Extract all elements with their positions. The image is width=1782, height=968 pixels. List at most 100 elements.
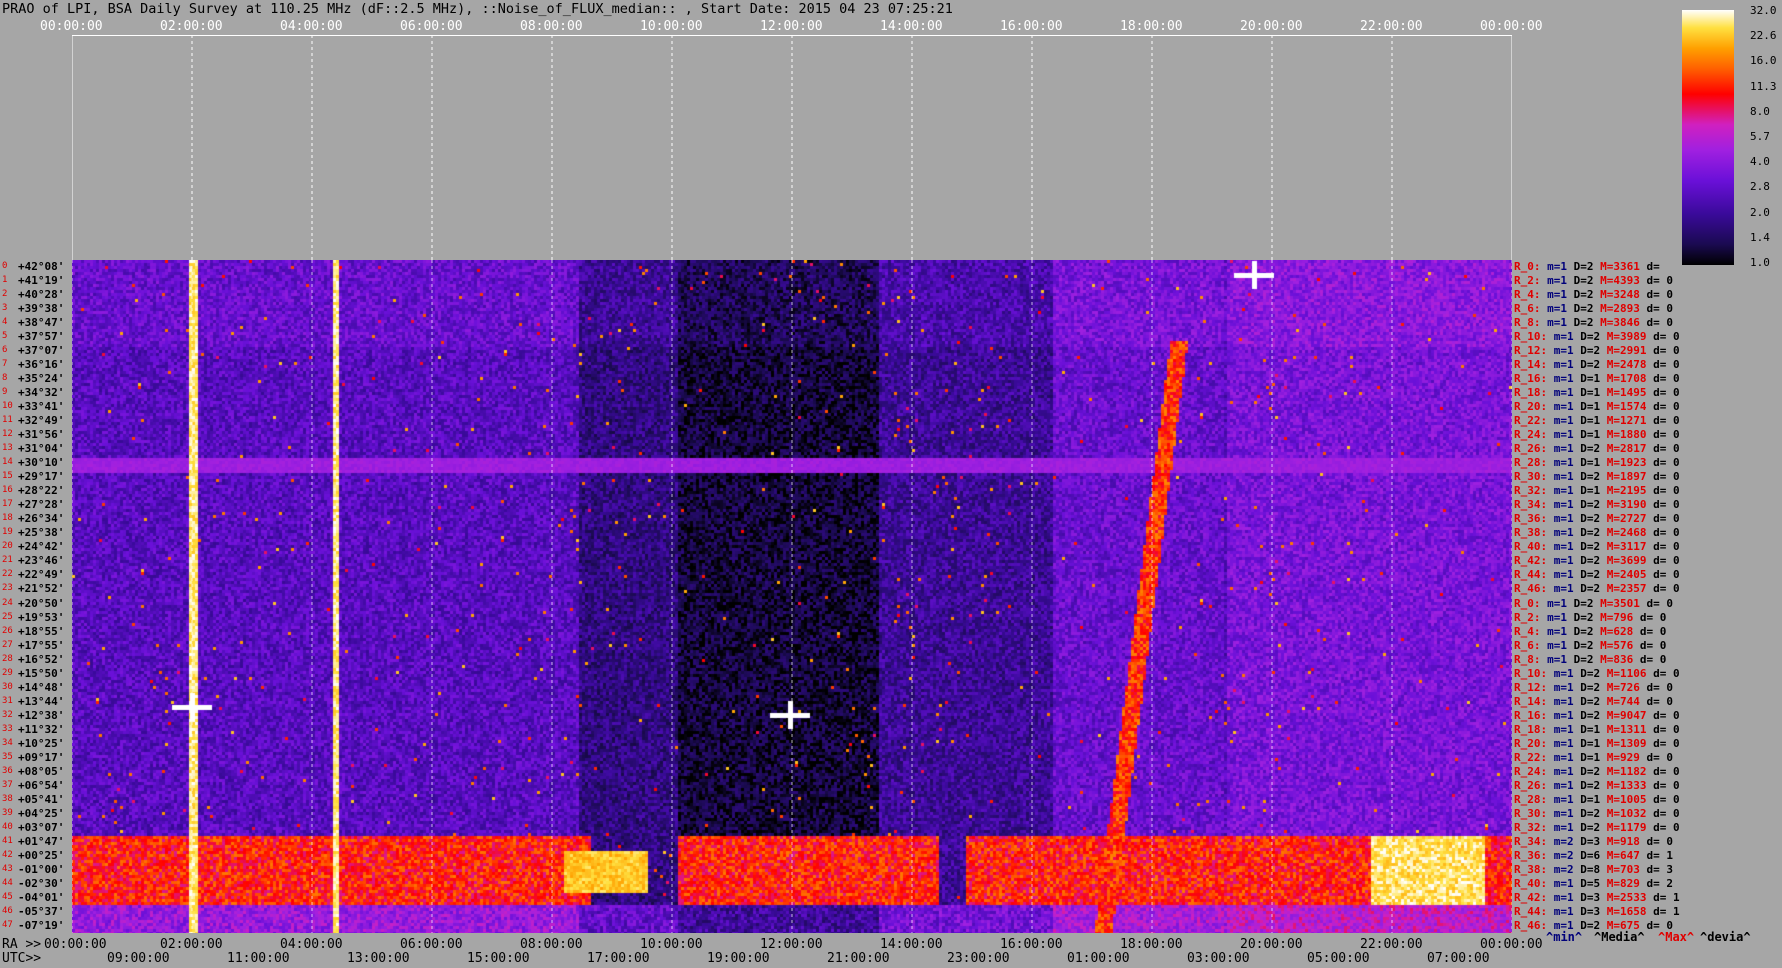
row-stat-rn: R_28: xyxy=(1514,456,1554,470)
row-stat-mx: M=796 xyxy=(1600,610,1640,624)
row-index-label: 31 xyxy=(2,695,13,706)
ra-tick-label: 14:00:00 xyxy=(880,937,943,952)
row-stat-dd: D=2 xyxy=(1573,288,1601,302)
row-index-label: 16 xyxy=(2,485,13,496)
dec-tick-label: +14°48' xyxy=(18,680,65,694)
row-stat-mx: M=9047 xyxy=(1606,708,1654,722)
row-stat-dd: D=5 xyxy=(1580,876,1607,890)
row-stat: R_30: m=1 D=2 M=1897 d= 0 xyxy=(1514,471,1680,482)
row-stat-mx: M=1271 xyxy=(1606,414,1654,428)
row-stat-rn: R_4: xyxy=(1514,624,1548,638)
row-index-label: 45 xyxy=(2,891,13,902)
row-stat-dd: D=1 xyxy=(1580,456,1607,470)
row-stat-rn: R_2: xyxy=(1514,274,1548,288)
row-index-label: 25 xyxy=(2,611,13,622)
row-stat-dd: D=1 xyxy=(1580,372,1607,386)
row-stat: R_2: m=1 D=2 M=796 d= 0 xyxy=(1514,612,1666,623)
row-stat-dd: D=1 xyxy=(1580,792,1607,806)
row-stat-rn: R_28: xyxy=(1514,792,1554,806)
colorbar-tick-label: 5.7 xyxy=(1750,130,1770,143)
row-stat-mn: m=1 xyxy=(1547,260,1574,273)
ra-tick-label: 00:00:00 xyxy=(1480,937,1543,952)
dec-tick-label: +38°47' xyxy=(18,316,65,330)
row-stat-mn: m=1 xyxy=(1547,302,1574,316)
top-tick-label: 20:00:00 xyxy=(1240,19,1303,34)
row-stat-dd: D=1 xyxy=(1580,736,1607,750)
dec-tick-label: +22°49' xyxy=(18,568,65,582)
row-index-label: 8 xyxy=(2,373,8,384)
row-stat-dd: D=2 xyxy=(1580,526,1607,540)
colorbar-tick-label: 2.8 xyxy=(1750,180,1770,194)
row-stat-dd: D=8 xyxy=(1580,862,1607,876)
row-index-label: 22 xyxy=(2,569,13,580)
row-stat-dv: d= 0 xyxy=(1653,330,1680,344)
dec-tick-label: +39°38' xyxy=(18,302,65,316)
row-stat-dd: D=2 xyxy=(1573,638,1601,652)
row-stat: R_34: m=1 D=2 M=3190 d= 0 xyxy=(1514,499,1680,510)
row-stat-dd: D=1 xyxy=(1580,750,1607,764)
row-stat-dv: d= 0 xyxy=(1653,722,1680,736)
row-stat-mn: m=1 xyxy=(1553,904,1581,918)
row-index-label: 14 xyxy=(2,457,13,468)
dec-tick-label: +05°41' xyxy=(18,792,65,806)
row-stat: R_28: m=1 D=1 M=1005 d= 0 xyxy=(1514,794,1680,805)
colorbar-tick-label: 2.0 xyxy=(1750,205,1770,219)
row-stat-mx: M=2893 xyxy=(1600,302,1647,316)
row-stat-mx: M=918 xyxy=(1606,834,1647,848)
utc-tick-label: 09:00:00 xyxy=(107,951,170,966)
row-stat: R_42: m=1 D=2 M=3699 d= 0 xyxy=(1514,555,1680,566)
row-stat-dv: d= 0 xyxy=(1653,442,1680,456)
row-stat-rn: R_18: xyxy=(1514,386,1554,400)
row-index-label: 40 xyxy=(2,821,13,832)
row-stat: R_40: m=1 D=5 M=829 d= 2 xyxy=(1514,878,1673,889)
ra-tick-label: 12:00:00 xyxy=(760,937,823,952)
row-index-label: 10 xyxy=(2,401,13,412)
colorbar-tick-label: 1.4 xyxy=(1750,230,1770,244)
row-stat-rn: R_16: xyxy=(1514,708,1554,722)
row-stat-mx: M=744 xyxy=(1606,694,1647,708)
row-stat-dv: d= 1 xyxy=(1646,848,1674,862)
dec-tick-label: +34°32' xyxy=(18,386,65,400)
row-stat-dv: d= 0 xyxy=(1653,358,1680,372)
row-stat-dv: d= 0 xyxy=(1639,610,1667,624)
row-stat-dv: d= 0 xyxy=(1639,652,1667,666)
row-stat-mx: M=1495 xyxy=(1606,386,1654,400)
row-index-label: 5 xyxy=(2,331,8,342)
legend-media: ^Media^ xyxy=(1594,930,1645,944)
row-stat-dd: D=6 xyxy=(1580,848,1607,862)
row-stat-mx: M=1309 xyxy=(1606,736,1654,750)
row-stat: R_6: m=1 D=2 M=576 d= 0 xyxy=(1514,640,1666,651)
row-stat-mx: M=2991 xyxy=(1606,344,1654,358)
row-stat: R_36: m=1 D=2 M=2727 d= 0 xyxy=(1514,513,1680,524)
row-stat-dv: d= 0 xyxy=(1646,302,1673,316)
row-index-label: 24 xyxy=(2,597,13,608)
dec-tick-label: +00°25' xyxy=(18,848,65,862)
dec-tick-label: +13°44' xyxy=(18,694,65,708)
row-stat-dv: d= 0 xyxy=(1646,834,1674,848)
row-stat-rn: R_24: xyxy=(1514,428,1554,442)
dec-tick-label: +35°24' xyxy=(18,372,65,386)
top-tick-label: 00:00:00 xyxy=(40,19,103,34)
row-index-label: 36 xyxy=(2,765,13,776)
row-stat: R_16: m=1 D=1 M=1708 d= 0 xyxy=(1514,373,1680,384)
dec-tick-label: -01°00' xyxy=(18,862,65,876)
row-stat: R_44: m=1 D=3 M=1658 d= 1 xyxy=(1514,906,1680,917)
row-stat-dd: D=2 xyxy=(1573,274,1601,288)
row-stat-rn: R_6: xyxy=(1514,638,1548,652)
row-stat-mx: M=1182 xyxy=(1606,764,1654,778)
row-index-label: 27 xyxy=(2,639,13,650)
row-index-label: 42 xyxy=(2,849,13,860)
row-stat-dv: d= 0 xyxy=(1646,316,1673,330)
top-tick-label: 10:00:00 xyxy=(640,19,703,34)
row-stat-mx: M=829 xyxy=(1606,876,1647,890)
row-stat-mn: m=1 xyxy=(1553,484,1581,498)
utc-tick-label: 13:00:00 xyxy=(347,951,410,966)
row-stat-mx: M=2357 xyxy=(1606,582,1654,596)
row-stat-dv: d= 2 xyxy=(1646,876,1674,890)
top-tick-label: 18:00:00 xyxy=(1120,19,1183,34)
row-stat-mn: m=1 xyxy=(1547,274,1574,288)
chart-title: PRAO of LPI, BSA Daily Survey at 110.25 … xyxy=(2,1,953,17)
row-stat-rn: R_42: xyxy=(1514,890,1554,904)
row-stat-dv: d= 3 xyxy=(1646,862,1674,876)
row-stat: R_0: m=1 D=2 M=3501 d= 0 xyxy=(1514,598,1673,609)
